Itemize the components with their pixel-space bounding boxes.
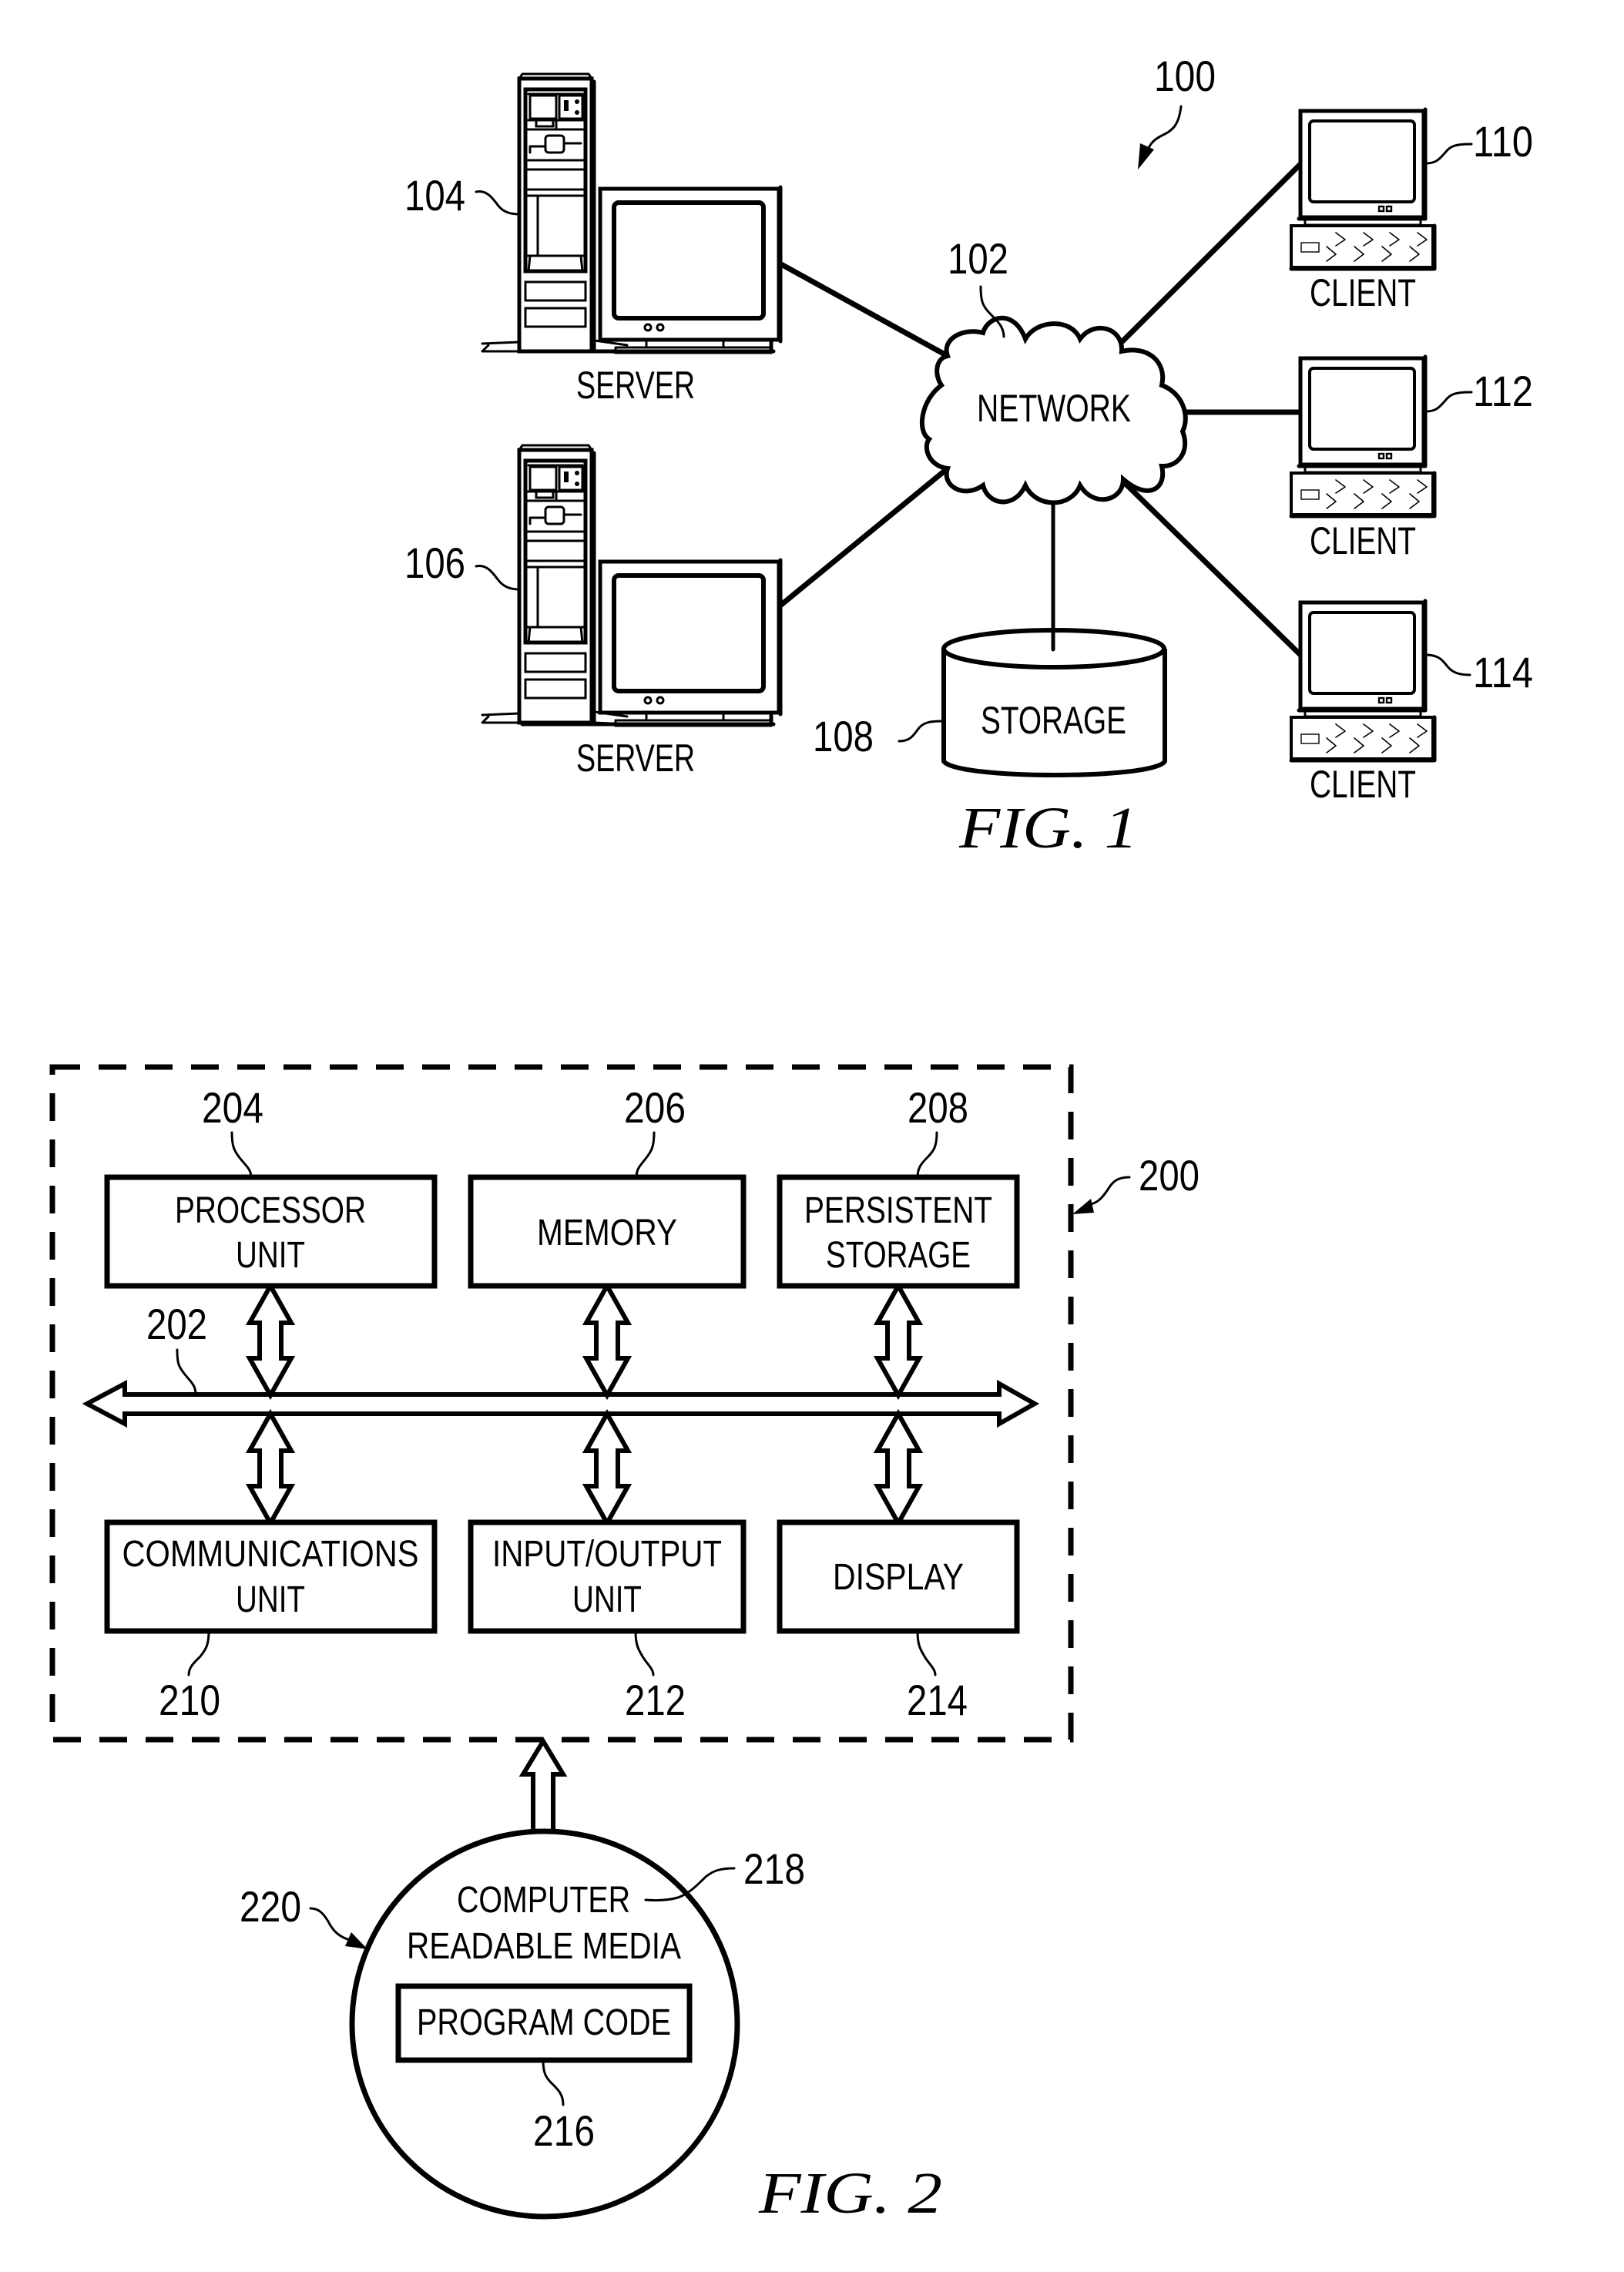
arrow-memory-bus-icon	[586, 1286, 628, 1395]
network-label: NETWORK	[977, 387, 1131, 430]
ref-100-arrowhead-icon	[1138, 143, 1154, 169]
persistent-storage-208: PERSISTENT STORAGE 208	[777, 1083, 1020, 1289]
server-104-label: SERVER	[576, 364, 695, 407]
client-112: CLIENT 112	[1291, 357, 1533, 562]
ref-212-leader	[634, 1629, 655, 1676]
ref-100-leader	[1146, 105, 1183, 154]
ref-210: 210	[159, 1676, 220, 1724]
arrow-bus-display-icon	[877, 1414, 919, 1523]
io-unit-label-line1: INPUT/OUTPUT	[492, 1534, 722, 1575]
storage-label: STORAGE	[981, 699, 1126, 742]
client-112-label: CLIENT	[1310, 519, 1416, 562]
ref-200-arrowhead-icon	[1072, 1199, 1094, 1214]
ref-114-leader	[1424, 653, 1471, 676]
ref-204-leader	[230, 1131, 253, 1179]
arrow-bus-io-icon	[586, 1414, 628, 1523]
communications-unit-label-line1: COMMUNICATIONS	[122, 1534, 419, 1575]
ref-220-leader	[309, 1907, 351, 1941]
ref-216: 216	[533, 2106, 595, 2155]
persistent-storage-label-line2: STORAGE	[826, 1235, 971, 1276]
ref-210-leader	[187, 1629, 210, 1676]
ref-108-leader	[898, 720, 945, 743]
ref-200: 200	[1139, 1151, 1200, 1200]
ref-220-arrowhead-icon	[345, 1932, 367, 1949]
fig1-caption: FIG. 1	[958, 796, 1138, 861]
fig2-caption: FIG. 2	[758, 2161, 942, 2226]
link-server-106	[778, 465, 951, 608]
ref-206: 206	[624, 1083, 686, 1132]
ref-106: 106	[404, 539, 465, 587]
processor-unit-204: PROCESSOR UNIT 204	[104, 1083, 438, 1289]
ref-108: 108	[813, 712, 874, 760]
link-client-114	[1120, 478, 1304, 658]
communications-unit-210: COMMUNICATIONS UNIT 210	[104, 1519, 438, 1724]
ref-100: 100	[1154, 52, 1216, 100]
storage-108: STORAGE 108	[813, 628, 1167, 777]
ref-112: 112	[1473, 367, 1533, 415]
ref-104-leader	[475, 190, 521, 216]
ref-214: 214	[907, 1676, 968, 1724]
memory-206: MEMORY 206	[468, 1083, 747, 1289]
memory-label: MEMORY	[537, 1213, 677, 1253]
server-106-label: SERVER	[576, 737, 695, 780]
ref-104: 104	[404, 171, 465, 220]
communications-unit-label-line2: UNIT	[236, 1579, 305, 1620]
display-label: DISPLAY	[833, 1557, 964, 1598]
arrow-processor-bus-icon	[250, 1286, 291, 1395]
ref-202-leader	[176, 1348, 197, 1396]
arrow-bus-communications-icon	[250, 1414, 291, 1523]
media-label-line1: COMPUTER	[457, 1880, 630, 1921]
ref-220: 220	[240, 1882, 301, 1931]
program-code-label: PROGRAM CODE	[417, 2002, 671, 2043]
ref-114: 114	[1473, 648, 1533, 696]
link-client-110	[1119, 161, 1304, 344]
ref-218: 218	[743, 1844, 805, 1893]
ref-110: 110	[1473, 117, 1533, 166]
media-label-line2: READABLE MEDIA	[407, 1926, 681, 1967]
communications-bus-202	[82, 1379, 1040, 1428]
client-110-label: CLIENT	[1310, 271, 1416, 314]
ref-214-leader	[916, 1629, 937, 1676]
client-114: CLIENT 114	[1291, 601, 1533, 806]
server-106: SERVER 106	[404, 445, 780, 780]
ref-206-leader	[635, 1131, 656, 1179]
arrow-persistent-bus-icon	[877, 1286, 919, 1395]
computer-program-product-220: COMPUTER READABLE MEDIA PROGRAM CODE 216…	[240, 1737, 805, 2220]
ref-204: 204	[202, 1083, 263, 1132]
client-110: CLIENT 110	[1291, 109, 1533, 314]
ref-212: 212	[625, 1676, 686, 1724]
ref-202: 202	[146, 1300, 207, 1348]
ref-208: 208	[908, 1083, 968, 1132]
network-cloud-102: NETWORK 102	[919, 234, 1188, 505]
server-104: SERVER 104	[404, 74, 780, 407]
patent-drawing-sheet: 100 SERVER 104 SERVER 106 NETWORK 102 ST…	[49, 52, 1533, 2226]
link-server-104	[778, 261, 951, 359]
io-unit-label-line2: UNIT	[572, 1579, 642, 1620]
input-output-unit-212: INPUT/OUTPUT UNIT 212	[468, 1519, 747, 1724]
ref-112-leader	[1424, 391, 1473, 413]
arrow-media-to-system-icon	[518, 1737, 568, 1834]
ref-200-leader	[1086, 1176, 1131, 1206]
ref-102: 102	[948, 234, 1008, 283]
processor-unit-label-line1: PROCESSOR	[175, 1190, 366, 1231]
client-114-label: CLIENT	[1310, 763, 1416, 806]
ref-106-leader	[475, 565, 521, 591]
fig2-data-processing-system: 200 202 PROCESSOR UNIT 204 MEMORY 206 PE…	[49, 1064, 1200, 2226]
persistent-storage-label-line1: PERSISTENT	[804, 1190, 992, 1231]
fig1-network-diagram: 100 SERVER 104 SERVER 106 NETWORK 102 ST…	[404, 52, 1533, 861]
ref-208-leader	[916, 1131, 938, 1179]
display-214: DISPLAY 214	[777, 1519, 1020, 1724]
ref-110-leader	[1424, 143, 1473, 165]
processor-unit-label-line2: UNIT	[236, 1235, 305, 1276]
